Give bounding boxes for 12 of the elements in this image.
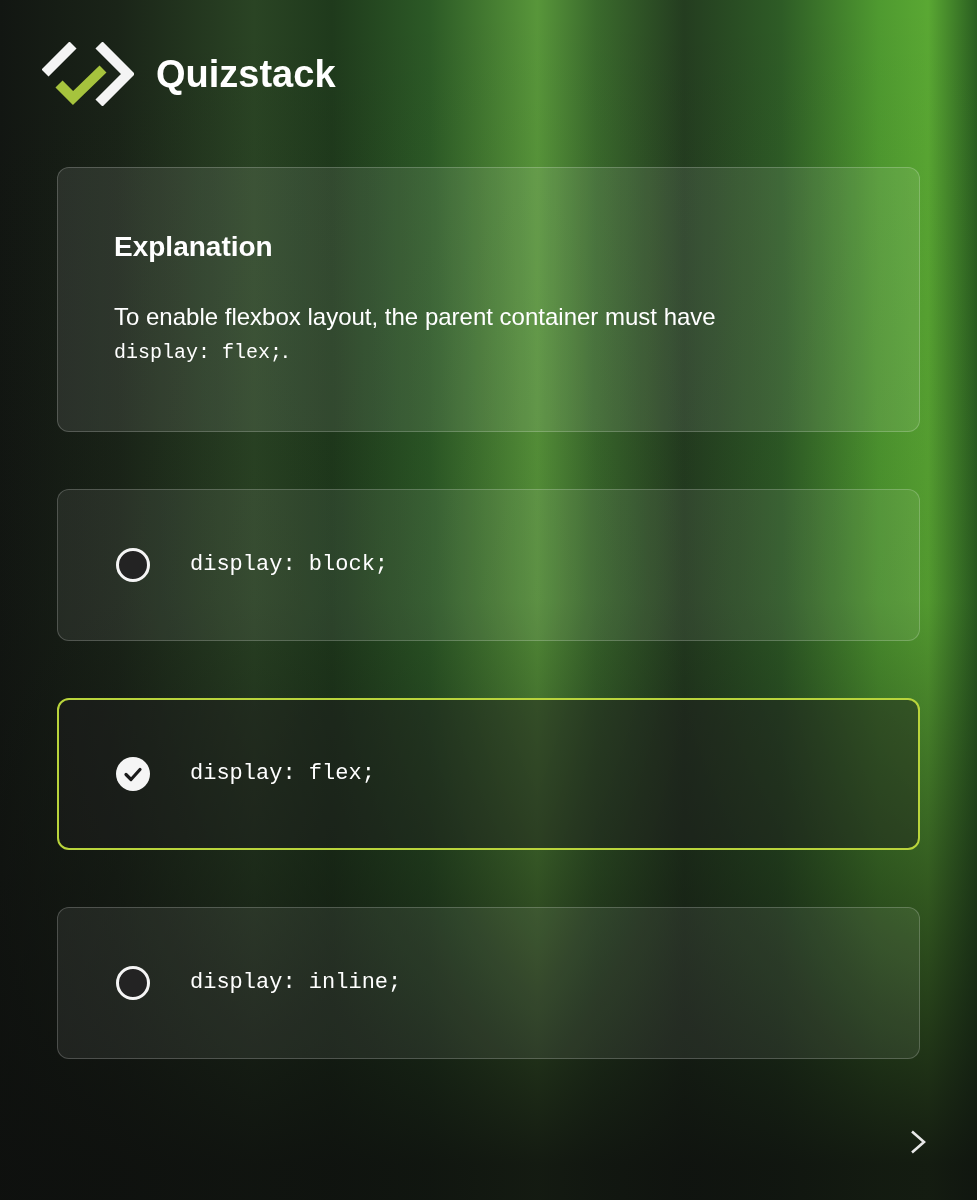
explanation-text: To enable flexbox layout, the parent container must have display: flex;. [114, 302, 717, 366]
logo-icon [42, 42, 134, 106]
check-circle-icon [116, 757, 150, 791]
next-button[interactable] [910, 1130, 926, 1154]
app-title: Quizstack [156, 52, 336, 97]
radio-icon [116, 548, 150, 582]
answer-option[interactable]: display: block; [57, 489, 920, 641]
radio-icon [116, 966, 150, 1000]
answer-option[interactable]: display: inline; [57, 907, 920, 1059]
explanation-title: Explanation [114, 230, 274, 264]
chevron-right-icon [910, 1130, 926, 1154]
answer-option[interactable]: display: flex; [57, 698, 920, 850]
